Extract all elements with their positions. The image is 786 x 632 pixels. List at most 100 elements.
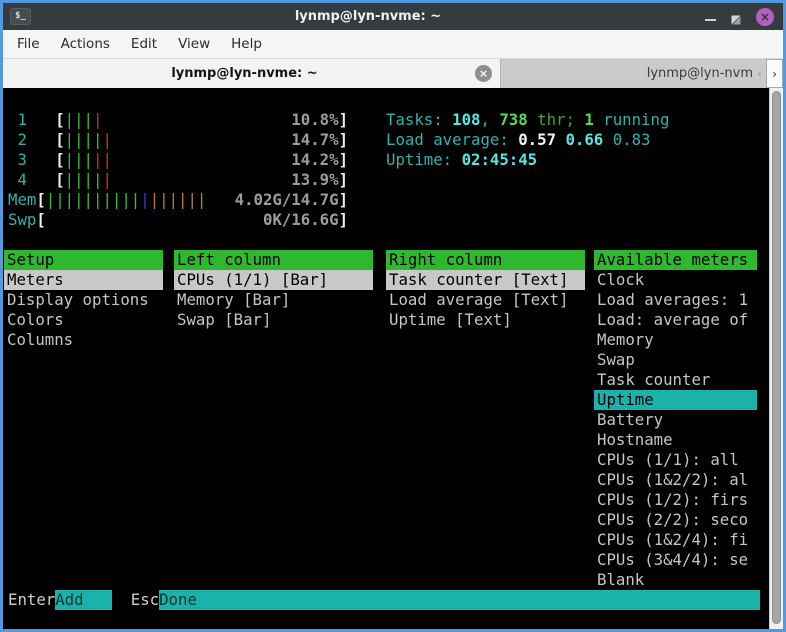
meter-label: 3 (8, 150, 55, 170)
panel-item-swap-bar[interactable]: Swap [Bar] (174, 310, 373, 330)
panel-item-colors[interactable]: Colors (4, 310, 163, 330)
panel-item-swap[interactable]: Swap (594, 350, 757, 370)
panel-item-uptime[interactable]: Uptime (594, 390, 757, 410)
meter-bar-green: |||| (65, 170, 103, 189)
panel-item-battery[interactable]: Battery (594, 410, 757, 430)
tab-close-icon[interactable]: × (475, 65, 492, 82)
meter-bracket-open: [ (36, 190, 45, 209)
panel-item-columns[interactable]: Columns (4, 330, 163, 350)
panel-item-meters[interactable]: Meters (4, 270, 163, 290)
menu-edit[interactable]: Edit (131, 36, 157, 52)
panel-item-load-average-of[interactable]: Load: average of (594, 310, 757, 330)
panel-item-memory[interactable]: Memory (594, 330, 757, 350)
meter-bracket-close: ] (339, 130, 348, 149)
menu-actions[interactable]: Actions (61, 36, 110, 52)
function-bar: EnterAdd EscDone (8, 590, 760, 610)
panel-item-hostname[interactable]: Hostname (594, 430, 757, 450)
meter-bars: ||||||||||||||||| (46, 190, 207, 210)
tasks-line: Tasks: 108, 738 thr; 1 running (386, 110, 669, 130)
tab-scroll-left-button[interactable]: ‹ (753, 59, 766, 88)
fkey-enter[interactable]: Enter (8, 590, 55, 610)
meter-bars: |||| (65, 110, 103, 130)
terminal-viewport[interactable]: 1[||||10.8%] 2[|||||14.7%] 3[|||||14.2%]… (3, 88, 783, 629)
panel-item-cpus-3-4-4-se[interactable]: CPUs (3&4/4): se (594, 550, 757, 570)
meter-row-mem: Mem[|||||||||||||||||4.02G/14.7G] (8, 190, 348, 210)
panel-item-load-averages-1[interactable]: Load averages: 1 (594, 290, 757, 310)
meter-bracket-open: [ (55, 130, 64, 149)
panel-item-cpus-2-2-seco[interactable]: CPUs (2/2): seco (594, 510, 757, 530)
meter-bar-area: |||||||||||||||||4.02G/14.7G (46, 190, 339, 210)
meter-bar-area: ||||| 13.9% (65, 170, 339, 190)
meter-bracket-open: [ (36, 210, 45, 229)
tab-active[interactable]: lynmp@lyn-nvme: ~ × (3, 59, 501, 88)
panel-item-cpus-1-2-firs[interactable]: CPUs (1/2): firs (594, 490, 757, 510)
meter-bracket-close: ] (339, 210, 348, 229)
panel-item-display-options[interactable]: Display options (4, 290, 163, 310)
meter-bracket-open: [ (55, 150, 64, 169)
meter-row-swp: Swp[0K/16.6G] (8, 210, 348, 230)
restore-button[interactable] (730, 11, 742, 23)
terminal-window: $_ lynmp@lyn-nvme: ~ × File Actions Edit… (0, 0, 786, 632)
panel-item-task-counter-text[interactable]: Task counter [Text] (386, 270, 585, 290)
meter-bar-area: ||||| 14.2% (65, 150, 339, 170)
meter-value: 0K/16.6G (263, 210, 339, 230)
panel-header-setup: Setup (4, 250, 163, 270)
meter-value: 14.7% (291, 130, 338, 150)
meter-bar-area: ||||10.8% (65, 110, 339, 130)
panel-item-cpus-1-2-2-al[interactable]: CPUs (1&2/2): al (594, 470, 757, 490)
close-button[interactable]: × (756, 8, 774, 26)
tab-bar: lynmp@lyn-nvme: ~ × lynmp@lyn-nvm ‹ › (3, 59, 783, 88)
window-controls: × (705, 8, 776, 26)
panel-item-cpus-1-2-4-fi[interactable]: CPUs (1&2/4): fi (594, 530, 757, 550)
meter-bar-blue: | (140, 190, 149, 209)
meter-row-4: 4[|||||13.9%] (8, 170, 348, 190)
panel-header-available-meters: Available meters (594, 250, 757, 270)
tab-active-title: lynmp@lyn-nvme: ~ (3, 66, 500, 81)
fkey-esc[interactable]: Esc (131, 590, 159, 610)
menu-view[interactable]: View (178, 36, 210, 52)
titlebar[interactable]: $_ lynmp@lyn-nvme: ~ × (3, 3, 783, 30)
panel-setup: SetupMetersDisplay optionsColorsColumns (4, 250, 163, 350)
scrollbar-thumb[interactable] (772, 91, 781, 624)
panel-item-task-counter[interactable]: Task counter (594, 370, 757, 390)
meter-bar-green: |||| (65, 130, 103, 149)
panel-item-clock[interactable]: Clock (594, 270, 757, 290)
panel-item-cpus-1-1-bar[interactable]: CPUs (1/1) [Bar] (174, 270, 373, 290)
tab-scroll-right-button[interactable]: › (766, 59, 783, 88)
panel-item-memory-bar[interactable]: Memory [Bar] (174, 290, 373, 310)
meter-bar-red: || (93, 150, 112, 169)
meter-bar-area: 0K/16.6G (46, 210, 339, 230)
fkey-action-done[interactable]: Done (159, 590, 760, 610)
meter-bracket-close: ] (339, 170, 348, 189)
panel-item-load-average-text[interactable]: Load average [Text] (386, 290, 585, 310)
menu-file[interactable]: File (17, 36, 40, 52)
meter-bracket-open: [ (55, 170, 64, 189)
meter-bracket-close: ] (339, 150, 348, 169)
minimize-button[interactable] (705, 19, 716, 21)
terminal-scrollbar[interactable] (769, 88, 783, 629)
tab-inactive[interactable]: lynmp@lyn-nvm (501, 59, 753, 88)
meter-bracket-close: ] (339, 110, 348, 129)
menu-help[interactable]: Help (231, 36, 262, 52)
terminal-app-icon: $_ (10, 8, 31, 25)
meter-bar-red: | (93, 110, 102, 129)
meter-label: Swp (8, 210, 36, 230)
panel-item-blank[interactable]: Blank (594, 570, 757, 590)
panel-item-uptime-text[interactable]: Uptime [Text] (386, 310, 585, 330)
restore-icon (730, 14, 742, 26)
meter-bar-area: |||||14.7% (65, 130, 339, 150)
meter-bars: ||||| (65, 150, 112, 170)
meter-value: 14.2% (291, 150, 338, 170)
panel-header-left-column: Left column (174, 250, 373, 270)
meter-row-3: 3[|||||14.2%] (8, 150, 348, 170)
panel-item-cpus-1-1-all[interactable]: CPUs (1/1): all (594, 450, 757, 470)
meter-label: 1 (8, 110, 55, 130)
panel-header-right-column: Right column (386, 250, 585, 270)
meter-label: 2 (8, 130, 55, 150)
uptime-line: Uptime: 02:45:45 (386, 150, 537, 170)
fkey-action-add[interactable]: Add (55, 590, 112, 610)
panel-right-column: Right columnTask counter [Text]Load aver… (386, 250, 585, 330)
meter-bars: ||||| (65, 170, 112, 190)
meter-bar-green: ||| (65, 150, 93, 169)
meter-value: 13.9% (291, 170, 338, 190)
